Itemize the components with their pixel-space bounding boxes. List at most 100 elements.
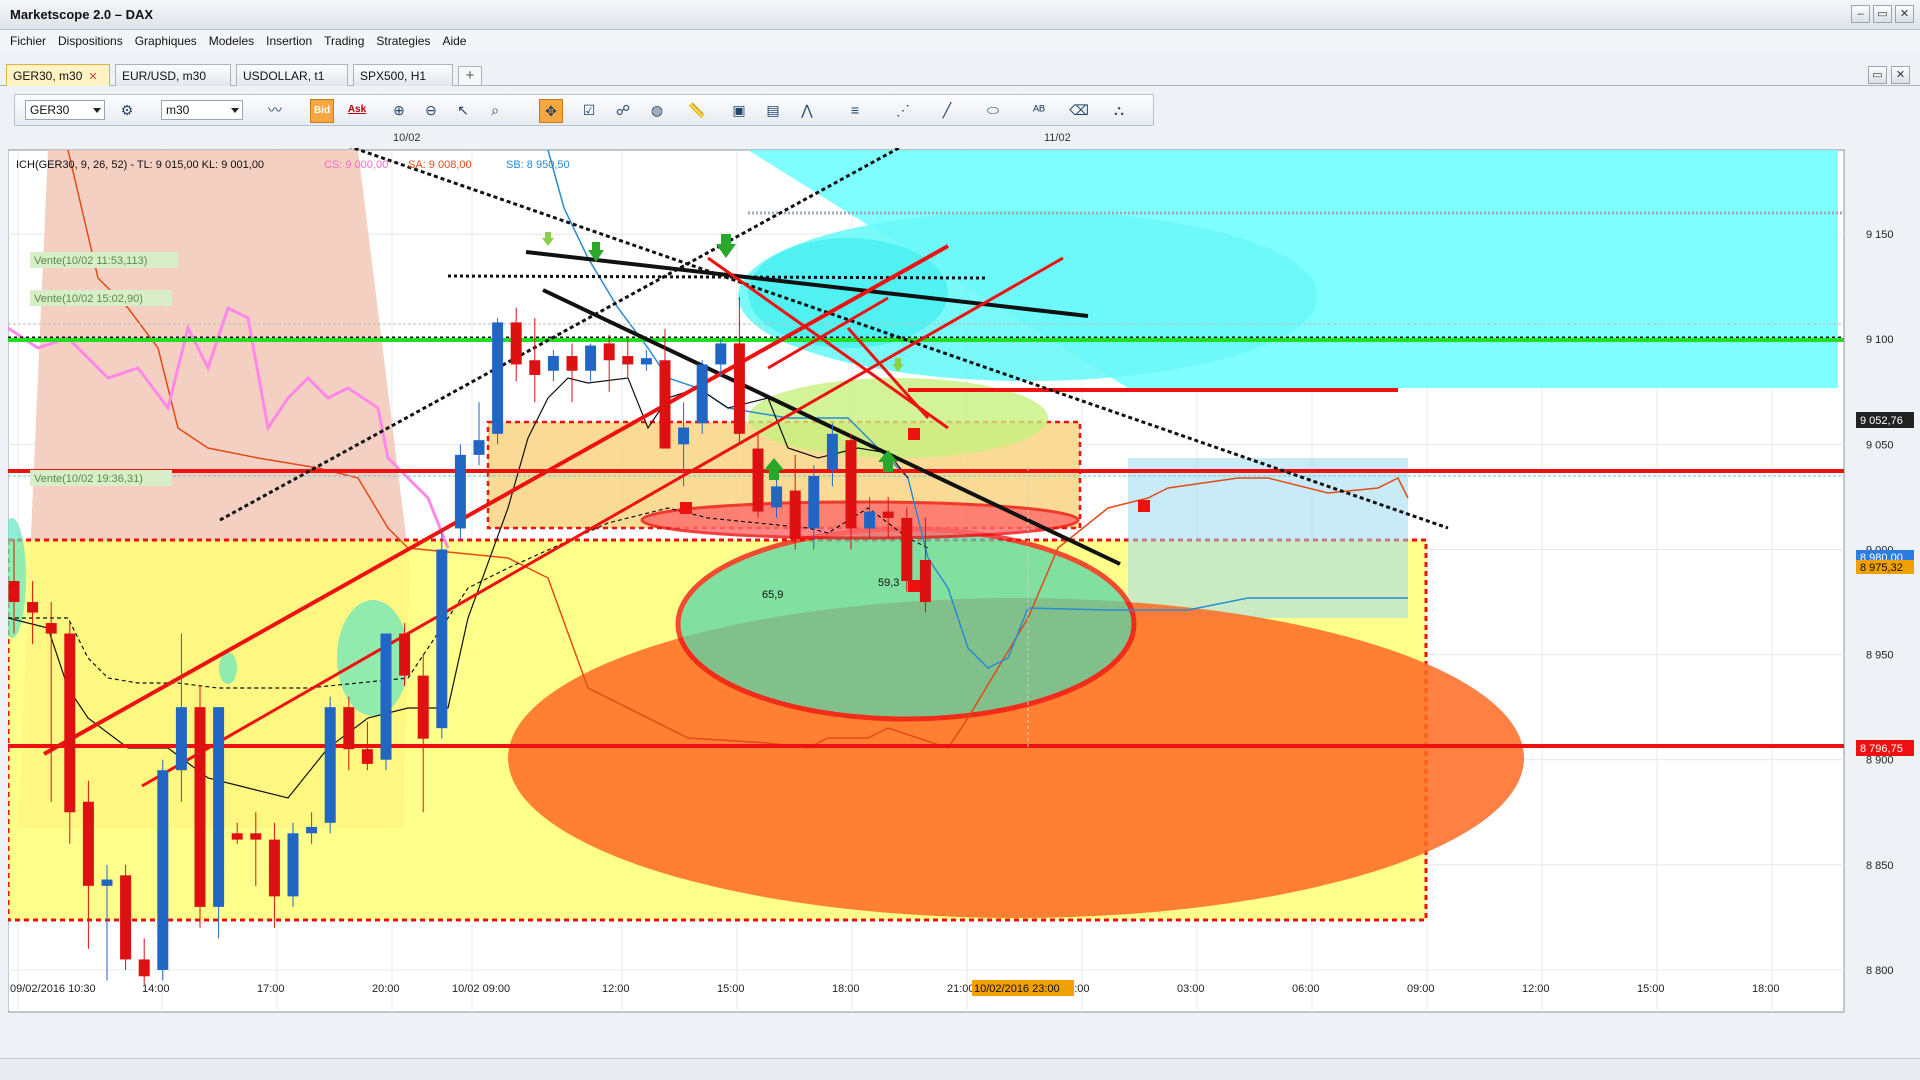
candle-body[interactable]	[454, 454, 466, 529]
candle-body[interactable]	[287, 833, 299, 897]
candle-body[interactable]	[789, 490, 801, 539]
bid-button[interactable]: Bid	[310, 99, 334, 123]
candle-body[interactable]	[64, 633, 76, 813]
zoom-reset-icon[interactable]: ⌕	[483, 99, 507, 123]
candle-body[interactable]	[808, 475, 820, 529]
candle-body[interactable]	[157, 770, 169, 970]
chart-canvas[interactable]: ICH(GER30, 9, 26, 52) - TL: 9 015,00 KL:…	[0, 130, 1920, 1020]
fibonacci-icon[interactable]: ⋰	[891, 99, 915, 123]
trendline-icon[interactable]: ╱	[935, 99, 959, 123]
chart-style-icon[interactable]: 〰	[263, 99, 287, 123]
tab-ger30[interactable]: GER30, m30 ✕	[6, 64, 110, 86]
candle-body[interactable]	[194, 707, 206, 907]
candle-body[interactable]	[120, 875, 132, 960]
candle-body[interactable]	[845, 440, 857, 529]
tab-label: GER30, m30	[13, 69, 83, 83]
restore-chart-button[interactable]: ▭	[1868, 66, 1887, 84]
instrument-select[interactable]: GER30	[25, 100, 105, 120]
hierarchy-icon[interactable]: ⛬	[1107, 99, 1131, 123]
tab-spx500[interactable]: SPX500, H1	[353, 64, 453, 86]
menu-insertion[interactable]: Insertion	[260, 34, 318, 48]
maximize-button[interactable]: ▭	[1873, 5, 1892, 23]
candle-body[interactable]	[696, 364, 708, 424]
candle-body[interactable]	[826, 433, 838, 470]
chart-type-icon[interactable]: ⚙	[115, 99, 139, 123]
trade-icon[interactable]: ☑	[577, 99, 601, 123]
candle-body[interactable]	[622, 356, 634, 365]
candle-body[interactable]	[566, 356, 578, 371]
candle-body[interactable]	[138, 959, 150, 977]
candle-body[interactable]	[492, 322, 504, 434]
candle-body[interactable]	[361, 749, 373, 764]
text-icon[interactable]: ᴬᴮ	[1027, 99, 1051, 123]
close-chart-button[interactable]: ✕	[1891, 66, 1910, 84]
tab-usdollar[interactable]: USDOLLAR, t1	[236, 64, 348, 86]
layout-icon[interactable]: ▤	[761, 99, 785, 123]
trade-label[interactable]: Vente(10/02 19:36,31)	[30, 470, 172, 486]
candle-body[interactable]	[213, 707, 225, 907]
zoom-in-icon[interactable]: ⊕	[387, 99, 411, 123]
eraser-icon[interactable]: ⌫	[1067, 99, 1091, 123]
candle-body[interactable]	[27, 602, 39, 613]
candle-body[interactable]	[417, 675, 429, 739]
lines-icon[interactable]: ≡	[843, 99, 867, 123]
candle-body[interactable]	[436, 549, 448, 729]
candle-body[interactable]	[771, 486, 783, 508]
candle-body[interactable]	[343, 707, 355, 750]
image-icon[interactable]: ▣	[727, 99, 751, 123]
candle-body[interactable]	[864, 511, 876, 529]
menu-strategies[interactable]: Strategies	[370, 34, 436, 48]
minimize-button[interactable]: –	[1851, 5, 1870, 23]
trade-label[interactable]: Vente(10/02 11:53,113)	[30, 252, 178, 268]
menu-dispositions[interactable]: Dispositions	[52, 34, 129, 48]
candle-body[interactable]	[101, 879, 113, 886]
candle-body[interactable]	[901, 517, 913, 581]
candle-body[interactable]	[659, 360, 671, 449]
candle-body[interactable]	[231, 833, 243, 840]
candle-body[interactable]	[640, 358, 652, 365]
candle-body[interactable]	[752, 448, 764, 512]
crosshair-icon[interactable]: ✥	[539, 99, 563, 123]
tab-close-icon[interactable]: ✕	[88, 71, 97, 83]
ask-button[interactable]: Ask	[345, 99, 369, 123]
candle-body[interactable]	[473, 440, 485, 455]
candle-body[interactable]	[678, 427, 690, 445]
ruler-icon[interactable]: 📏	[685, 99, 709, 123]
close-button[interactable]: ✕	[1895, 5, 1914, 23]
menu-fichier[interactable]: Fichier	[4, 34, 52, 48]
candle-body[interactable]	[919, 559, 931, 603]
candle-body[interactable]	[8, 581, 20, 603]
menu-modeles[interactable]: Modeles	[203, 34, 260, 48]
candle-body[interactable]	[547, 356, 559, 371]
menu-aide[interactable]: Aide	[436, 34, 472, 48]
candle-body[interactable]	[715, 343, 727, 365]
menu-graphiques[interactable]: Graphiques	[129, 34, 203, 48]
candle-body[interactable]	[175, 707, 187, 771]
timeframe-select[interactable]: m30	[161, 100, 243, 120]
candle-body[interactable]	[529, 360, 541, 375]
candle-body[interactable]	[268, 839, 280, 897]
candle-body[interactable]	[324, 707, 336, 823]
candle-body[interactable]	[45, 623, 57, 634]
menu-trading[interactable]: Trading	[318, 34, 370, 48]
indicator-icon[interactable]: ⋀	[795, 99, 819, 123]
candle-body[interactable]	[733, 343, 745, 434]
add-tab-button[interactable]: +	[458, 66, 482, 86]
pointer-icon[interactable]: ↖	[451, 99, 475, 123]
candle-body[interactable]	[82, 801, 94, 886]
candle-body[interactable]	[510, 322, 522, 365]
candle-body[interactable]	[306, 826, 318, 834]
candle-body[interactable]	[399, 633, 411, 676]
ellipse-icon[interactable]: ⬭	[981, 99, 1005, 123]
tab-eurusd[interactable]: EUR/USD, m30	[115, 64, 231, 86]
price-chart[interactable]: ICH(GER30, 9, 26, 52) - TL: 9 015,00 KL:…	[0, 130, 1920, 1020]
globe-icon[interactable]: ◍	[645, 99, 669, 123]
alert-icon[interactable]: ☍	[611, 99, 635, 123]
candle-body[interactable]	[250, 833, 262, 840]
trade-label[interactable]: Vente(10/02 15:02,90)	[30, 290, 172, 306]
candle-body[interactable]	[585, 345, 597, 371]
zoom-out-icon[interactable]: ⊖	[419, 99, 443, 123]
candle-body[interactable]	[603, 343, 615, 361]
candle-body[interactable]	[882, 511, 894, 518]
candle-body[interactable]	[380, 633, 392, 760]
